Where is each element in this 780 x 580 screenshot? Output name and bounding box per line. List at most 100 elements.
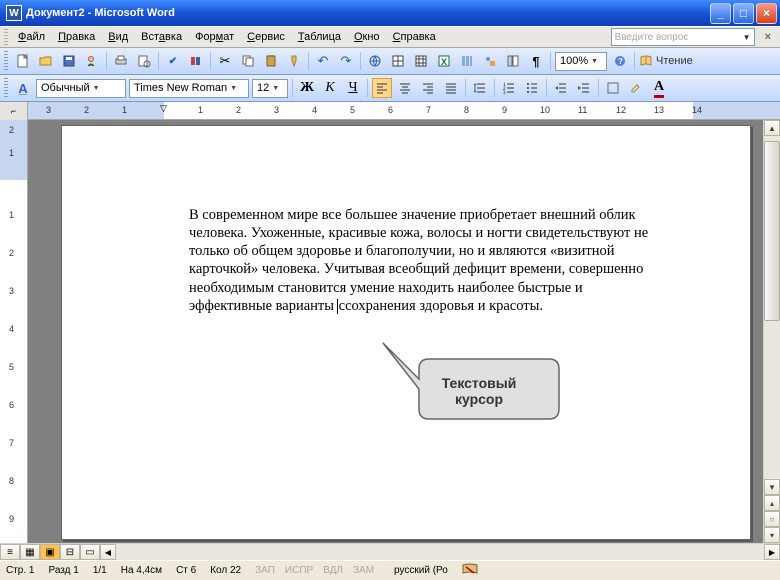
permission-button[interactable] xyxy=(82,51,102,71)
decrease-indent-button[interactable] xyxy=(551,78,571,98)
reading-layout-button[interactable]: Чтение xyxy=(639,54,693,68)
next-page-button[interactable]: ▾ xyxy=(764,527,780,543)
help-search-box[interactable]: Введите вопрос ▼ xyxy=(611,28,755,46)
callout-line2: курсор xyxy=(419,391,539,407)
dropdown-icon[interactable]: ▼ xyxy=(272,85,279,92)
scroll-down-button[interactable]: ▼ xyxy=(764,479,780,495)
minimize-button[interactable]: _ xyxy=(710,3,731,24)
copy-button[interactable] xyxy=(238,51,258,71)
menu-вид[interactable]: Вид xyxy=(102,29,134,45)
browse-object-button[interactable]: ○ xyxy=(764,511,780,527)
numbering-button[interactable]: 123 xyxy=(499,78,519,98)
research-button[interactable] xyxy=(186,51,206,71)
toolbar-grip[interactable] xyxy=(4,29,8,45)
italic-button[interactable]: К xyxy=(320,78,340,98)
dropdown-icon[interactable]: ▼ xyxy=(743,33,751,42)
scroll-right-button[interactable]: ▶ xyxy=(764,544,780,560)
print-preview-button[interactable] xyxy=(134,51,154,71)
menu-сервис[interactable]: Сервис xyxy=(241,29,291,45)
increase-indent-button[interactable] xyxy=(574,78,594,98)
hyperlink-button[interactable] xyxy=(365,51,385,71)
scroll-thumb[interactable] xyxy=(764,141,780,321)
vertical-ruler[interactable]: 2 1 1 2 3 4 5 6 7 8 9 xyxy=(0,120,28,543)
standard-toolbar: ✔ ✂ ↶ ↷ X ¶ 100%▼ ? Чтение xyxy=(0,48,780,75)
borders-button[interactable] xyxy=(603,78,623,98)
justify-button[interactable] xyxy=(441,78,461,98)
underline-button[interactable]: Ч xyxy=(343,78,363,98)
horizontal-ruler[interactable]: 3211234567891011121314 ▽ xyxy=(28,102,780,119)
book-icon[interactable] xyxy=(462,563,478,578)
document-area[interactable]: В современном мире все большее значение … xyxy=(28,120,780,543)
save-button[interactable] xyxy=(59,51,79,71)
font-color-button[interactable]: A xyxy=(649,78,669,98)
close-button[interactable]: × xyxy=(756,3,777,24)
line-indicator: Ст 6 xyxy=(176,565,196,576)
bold-button[interactable]: Ж xyxy=(297,78,317,98)
styles-pane-button[interactable]: A̲ xyxy=(13,81,33,96)
scroll-left-button[interactable]: ◀ xyxy=(100,544,116,560)
toolbar-grip[interactable] xyxy=(4,51,8,71)
document-close-button[interactable]: × xyxy=(760,29,776,45)
dropdown-icon[interactable]: ▼ xyxy=(93,85,100,92)
outline-view-button[interactable]: ⊟ xyxy=(60,544,80,560)
insert-table-button[interactable] xyxy=(411,51,431,71)
align-center-button[interactable] xyxy=(395,78,415,98)
align-left-button[interactable] xyxy=(372,78,392,98)
web-layout-button[interactable]: ▦ xyxy=(20,544,40,560)
dropdown-icon[interactable]: ▼ xyxy=(230,85,237,92)
redo-button[interactable]: ↷ xyxy=(336,51,356,71)
status-indicator-ЗАМ[interactable]: ЗАМ xyxy=(353,565,374,576)
scroll-up-button[interactable]: ▲ xyxy=(764,120,780,136)
tables-borders-button[interactable] xyxy=(388,51,408,71)
print-button[interactable] xyxy=(111,51,131,71)
horizontal-scrollbar[interactable]: ◀ ▶ xyxy=(100,544,780,560)
previous-page-button[interactable]: ▴ xyxy=(764,495,780,511)
normal-view-button[interactable]: ≡ xyxy=(0,544,20,560)
ruler-number: 8 xyxy=(464,105,469,115)
document-map-button[interactable] xyxy=(503,51,523,71)
menu-справка[interactable]: Справка xyxy=(387,29,442,45)
line-spacing-button[interactable] xyxy=(470,78,490,98)
font-size-combo[interactable]: 12▼ xyxy=(252,79,288,98)
menu-файл[interactable]: Файл xyxy=(12,29,51,45)
status-indicator-ИСПР[interactable]: ИСПР xyxy=(285,565,313,576)
vertical-scrollbar[interactable]: ▲ ▼ ▴ ○ ▾ xyxy=(763,120,780,543)
page-indicator: Стр. 1 xyxy=(6,565,34,576)
cut-button[interactable]: ✂ xyxy=(215,51,235,71)
language-indicator[interactable]: русский (Ро xyxy=(394,565,448,576)
status-indicator-ВДЛ[interactable]: ВДЛ xyxy=(323,565,343,576)
drawing-button[interactable] xyxy=(480,51,500,71)
print-layout-button[interactable]: ▣ xyxy=(40,544,60,560)
help-button[interactable]: ? xyxy=(610,51,630,71)
maximize-button[interactable]: □ xyxy=(733,3,754,24)
format-painter-button[interactable] xyxy=(284,51,304,71)
open-button[interactable] xyxy=(36,51,56,71)
ruler-number: 4 xyxy=(312,105,317,115)
menu-вставка[interactable]: Вставка xyxy=(135,29,188,45)
show-formatting-button[interactable]: ¶ xyxy=(526,51,546,71)
reading-view-button[interactable]: ▭ xyxy=(80,544,100,560)
align-right-button[interactable] xyxy=(418,78,438,98)
spellcheck-button[interactable]: ✔ xyxy=(163,51,183,71)
toolbar-grip[interactable] xyxy=(4,78,8,98)
menu-правка[interactable]: Правка xyxy=(52,29,101,45)
document-text[interactable]: В современном мире все большее значение … xyxy=(189,206,669,315)
highlight-button[interactable] xyxy=(626,78,646,98)
undo-button[interactable]: ↶ xyxy=(313,51,333,71)
paste-button[interactable] xyxy=(261,51,281,71)
menu-таблица[interactable]: Таблица xyxy=(292,29,347,45)
zoom-combo[interactable]: 100%▼ xyxy=(555,52,607,71)
font-combo[interactable]: Times New Roman▼ xyxy=(129,79,249,98)
new-document-button[interactable] xyxy=(13,51,33,71)
text-cursor xyxy=(337,299,338,314)
status-indicator-ЗАП[interactable]: ЗАП xyxy=(255,565,275,576)
menu-окно[interactable]: Окно xyxy=(348,29,386,45)
columns-button[interactable] xyxy=(457,51,477,71)
horizontal-ruler-area: ⌐ 3211234567891011121314 ▽ xyxy=(0,102,780,120)
menu-формат[interactable]: Формат xyxy=(189,29,240,45)
page[interactable]: В современном мире все большее значение … xyxy=(61,125,751,540)
style-combo[interactable]: Обычный▼ xyxy=(36,79,126,98)
bullets-button[interactable] xyxy=(522,78,542,98)
excel-button[interactable]: X xyxy=(434,51,454,71)
dropdown-icon[interactable]: ▼ xyxy=(591,58,598,65)
